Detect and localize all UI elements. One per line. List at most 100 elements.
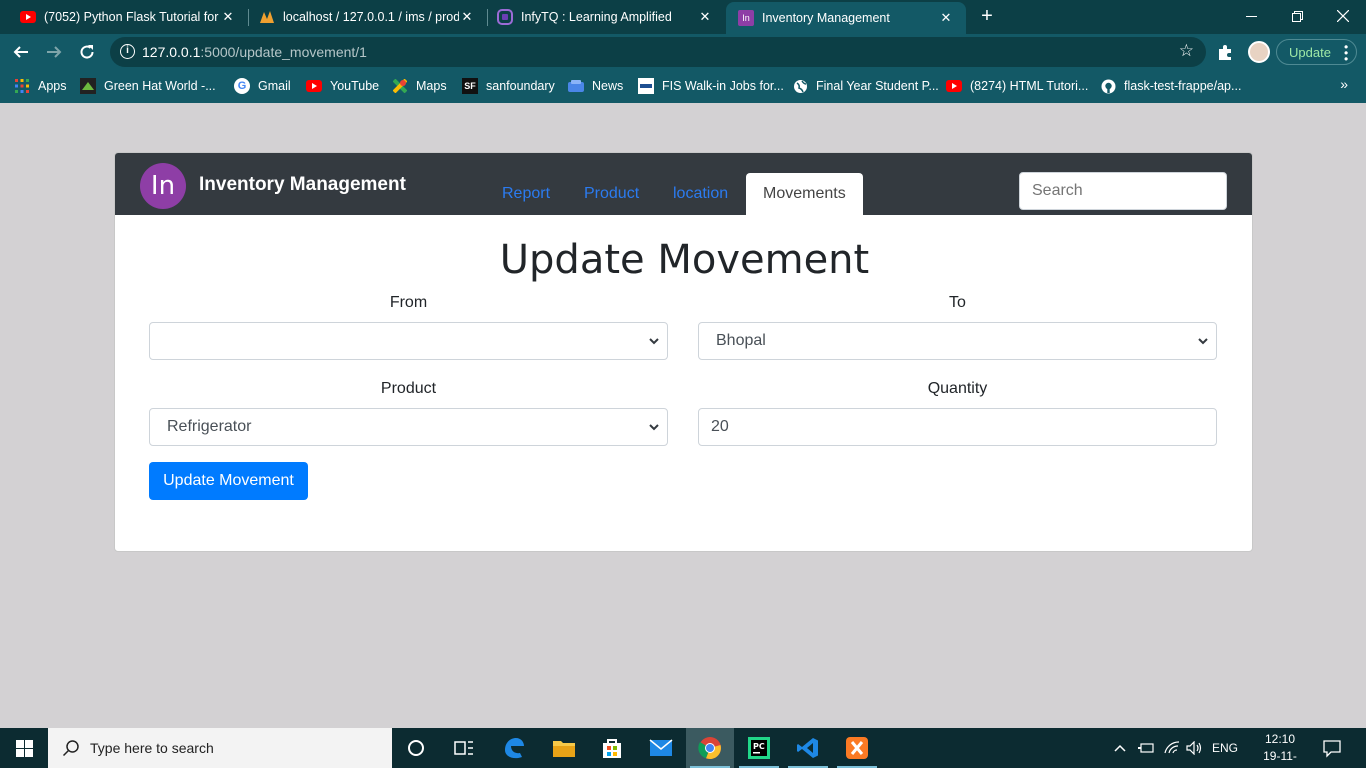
search-input[interactable] [1019,172,1227,210]
back-button[interactable] [10,41,32,63]
language-indicator[interactable]: ENG [1212,728,1238,768]
page-title: Update Movement [499,237,870,283]
bookmark-final-year[interactable]: Final Year Student P... [792,76,939,96]
bookmark-github[interactable]: flask-test-frappe/ap... [1100,76,1241,96]
bookmark-label: (8274) HTML Tutori... [970,79,1089,93]
url-text[interactable]: 127.0.0.1:5000/update_movement/1 [142,44,367,60]
tab-python-flask[interactable]: (7052) Python Flask Tutorial for B ✕ [0,0,248,34]
bookmark-label: Gmail [258,79,291,93]
chrome-icon[interactable] [686,728,734,768]
bookmark-html-tutorial[interactable]: (8274) HTML Tutori... [946,76,1088,96]
bookmark-label: YouTube [330,79,380,93]
clock-time: 12:10 [1264,732,1296,746]
task-view-icon[interactable] [440,728,488,768]
wifi-icon[interactable] [1164,728,1180,768]
bookmark-youtube[interactable]: YouTube [306,76,379,96]
edge-browser-icon[interactable] [490,728,538,768]
notification-center-icon[interactable] [1322,738,1342,758]
chevron-down-icon [649,424,659,431]
extensions-puzzle-icon[interactable] [1216,43,1234,61]
bookmark-gmail[interactable]: G Gmail [234,76,291,96]
youtube-icon [306,78,322,94]
minimize-button[interactable] [1228,0,1274,32]
app-logo[interactable]: In [140,163,186,209]
start-button[interactable] [0,728,48,768]
bookmark-apps[interactable]: Apps [14,76,67,96]
address-bar[interactable]: i 127.0.0.1:5000/update_movement/1 ☆ [110,37,1206,67]
brand-title[interactable]: Inventory Management [199,174,406,196]
from-label: From [389,294,428,311]
system-clock[interactable]: 12:10 19-11-2020 [1252,731,1308,768]
browser-toolbar: i 127.0.0.1:5000/update_movement/1 ☆ [0,34,1366,70]
nav-link-product[interactable]: Product [584,185,639,203]
close-window-button[interactable] [1320,0,1366,32]
bookmark-green-hat[interactable]: Green Hat World -... [80,76,216,96]
chevron-right-icon[interactable]: » [1340,76,1348,92]
bookmark-sanfoundary[interactable]: SF sanfoundary [462,76,555,96]
bookmark-label: Apps [38,79,67,93]
apps-grid-icon [14,78,30,94]
restore-button[interactable] [1274,0,1320,32]
show-hidden-icons[interactable] [1114,728,1126,768]
bookmark-star-icon[interactable]: ☆ [1179,41,1194,61]
browser-tab-strip: (7052) Python Flask Tutorial for B ✕ loc… [0,0,1366,34]
chevron-up-icon [1114,744,1126,752]
tab-phpmyadmin[interactable]: localhost / 127.0.0.1 / ims / prod ✕ [239,0,487,34]
close-icon[interactable]: ✕ [459,9,475,25]
bookmark-news[interactable]: News [568,76,623,96]
close-icon[interactable]: ✕ [697,9,713,25]
bookmark-fis[interactable]: FIS Walk-in Jobs for... [638,76,784,96]
product-select-value: Refrigerator [167,418,252,435]
cortana-icon[interactable] [392,728,440,768]
to-select[interactable]: Bhopal [698,322,1217,360]
url-path: :5000/update_movement/1 [200,44,367,60]
app-icon: In [738,10,754,26]
quantity-input[interactable]: 20 [698,408,1217,446]
app-navbar: In Inventory Management Report Product l… [115,153,1252,215]
taskbar-search-box[interactable]: Type here to search [48,728,392,768]
google-icon: G [234,78,250,94]
maps-icon [392,78,408,94]
chevron-down-icon [1198,338,1208,345]
xampp-icon[interactable] [833,728,881,768]
youtube-icon [20,9,36,25]
forward-button[interactable] [43,41,65,63]
chrome-update-button[interactable]: Update • • • [1276,39,1357,65]
update-movement-button[interactable]: Update Movement [149,462,308,500]
tab-inventory-management[interactable]: In Inventory Management ✕ [726,2,966,34]
url-host: 127.0.0.1 [142,44,201,60]
main-card: In Inventory Management Report Product l… [114,152,1253,552]
clock-date: 19-11-2020 [1263,749,1297,768]
greenhat-icon [80,78,96,94]
bookmark-label: FIS Walk-in Jobs for... [662,79,784,93]
battery-icon[interactable] [1138,728,1156,768]
store-icon[interactable] [588,728,636,768]
new-tab-button[interactable]: + [977,5,997,28]
vscode-icon[interactable] [784,728,832,768]
reload-button[interactable] [76,41,98,63]
pycharm-icon[interactable]: PC [735,728,783,768]
more-vert-icon[interactable]: • • • [1344,41,1348,65]
nav-link-movements[interactable]: Movements [746,173,863,215]
arrow-left-icon [13,46,28,58]
restore-icon [1291,10,1303,22]
volume-icon[interactable] [1186,728,1204,768]
close-icon[interactable]: ✕ [220,9,236,25]
file-explorer-icon[interactable] [540,728,588,768]
nav-link-report[interactable]: Report [502,185,550,203]
tab-infytq[interactable]: InfyTQ : Learning Amplified ✕ [477,0,725,34]
mail-icon[interactable] [637,728,685,768]
nav-link-location[interactable]: location [673,185,728,203]
bookmark-label: Final Year Student P... [816,79,939,93]
tab-title: InfyTQ : Learning Amplified [521,10,672,24]
profile-avatar[interactable] [1248,41,1270,63]
bookmark-label: sanfoundary [486,79,555,93]
bookmark-maps[interactable]: Maps [392,76,447,96]
close-icon[interactable]: ✕ [938,10,954,26]
quantity-input-value: 20 [711,418,729,435]
bookmark-label: flask-test-frappe/ap... [1124,79,1242,93]
bookmark-label: News [592,79,624,93]
info-icon[interactable]: i [120,44,135,59]
from-select[interactable] [149,322,668,360]
product-select[interactable]: Refrigerator [149,408,668,446]
